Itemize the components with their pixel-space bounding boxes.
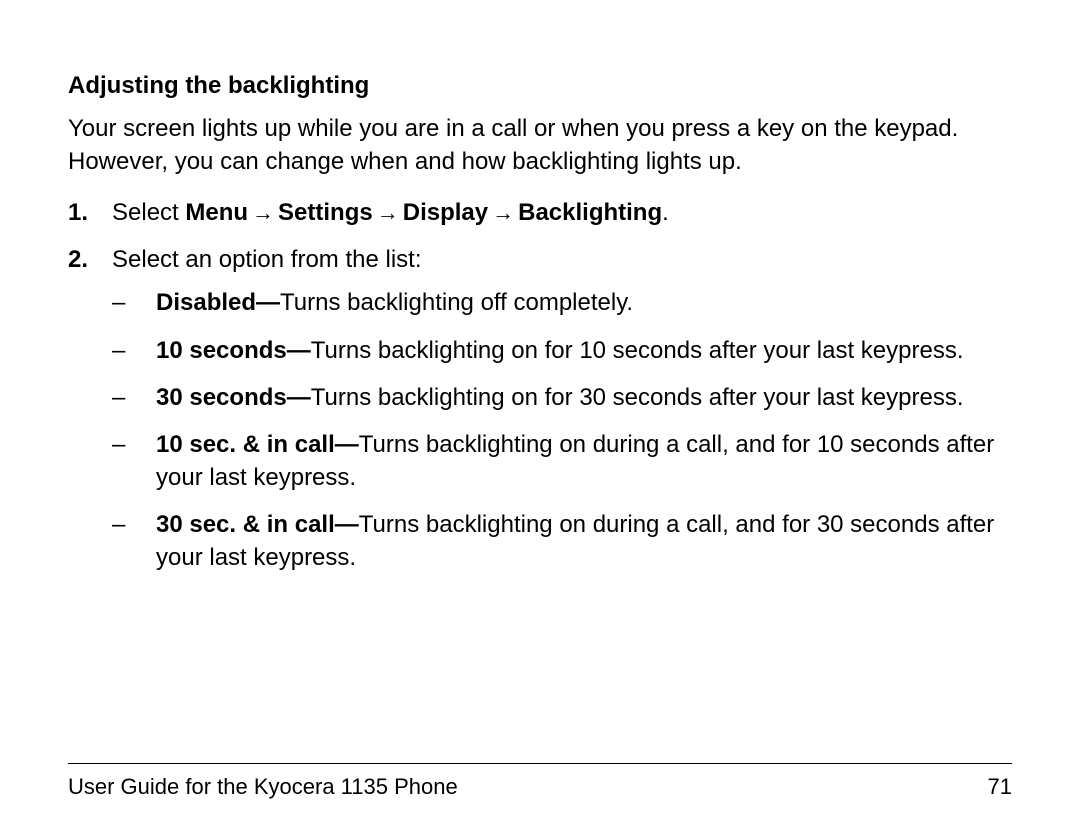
nav-menu: Menu xyxy=(185,199,248,226)
option-10-seconds: – 10 seconds—Turns backlighting on for 1… xyxy=(112,334,1012,367)
arrow-icon: → xyxy=(488,198,518,228)
option-label: 10 seconds— xyxy=(156,337,311,364)
option-label: 30 seconds— xyxy=(156,384,311,411)
option-desc: Turns backlighting on for 30 seconds aft… xyxy=(311,384,964,411)
footer-divider xyxy=(68,763,1012,764)
arrow-icon: → xyxy=(248,198,278,228)
option-label: 30 sec. & in call— xyxy=(156,511,359,538)
dash-icon: – xyxy=(112,381,140,414)
dash-icon: – xyxy=(112,508,140,541)
step-2-text: Select an option from the list: xyxy=(112,246,422,273)
nav-settings: Settings xyxy=(278,199,373,226)
footer-page-number: 71 xyxy=(988,774,1012,800)
step-2: Select an option from the list: – Disabl… xyxy=(68,243,1012,574)
dash-icon: – xyxy=(112,286,140,319)
option-desc: Turns backlighting on for 10 seconds aft… xyxy=(311,337,964,364)
option-disabled: – Disabled—Turns backlighting off comple… xyxy=(112,286,1012,319)
steps-list: Select Menu→Settings→Display→Backlightin… xyxy=(68,196,1012,574)
step-1: Select Menu→Settings→Display→Backlightin… xyxy=(68,196,1012,229)
footer-title: User Guide for the Kyocera 1135 Phone xyxy=(68,774,458,800)
dash-icon: – xyxy=(112,428,140,461)
nav-backlighting: Backlighting xyxy=(518,199,662,226)
section-heading: Adjusting the backlighting xyxy=(68,72,1012,100)
nav-display: Display xyxy=(403,199,488,226)
arrow-icon: → xyxy=(373,198,403,228)
option-desc: Turns backlighting off completely. xyxy=(280,289,633,316)
step-1-text: Select Menu→Settings→Display→Backlightin… xyxy=(112,199,669,226)
document-page: Adjusting the backlighting Your screen l… xyxy=(0,0,1080,834)
option-10-sec-in-call: – 10 sec. & in call—Turns backlighting o… xyxy=(112,428,1012,494)
option-30-sec-in-call: – 30 sec. & in call—Turns backlighting o… xyxy=(112,508,1012,574)
step-1-suffix: . xyxy=(662,199,669,226)
options-list: – Disabled—Turns backlighting off comple… xyxy=(112,286,1012,574)
step-1-prefix: Select xyxy=(112,199,185,226)
option-30-seconds: – 30 seconds—Turns backlighting on for 3… xyxy=(112,381,1012,414)
option-label: 10 sec. & in call— xyxy=(156,431,359,458)
page-footer: User Guide for the Kyocera 1135 Phone 71 xyxy=(68,774,1012,800)
dash-icon: – xyxy=(112,334,140,367)
intro-paragraph: Your screen lights up while you are in a… xyxy=(68,112,1012,178)
option-label: Disabled— xyxy=(156,289,280,316)
